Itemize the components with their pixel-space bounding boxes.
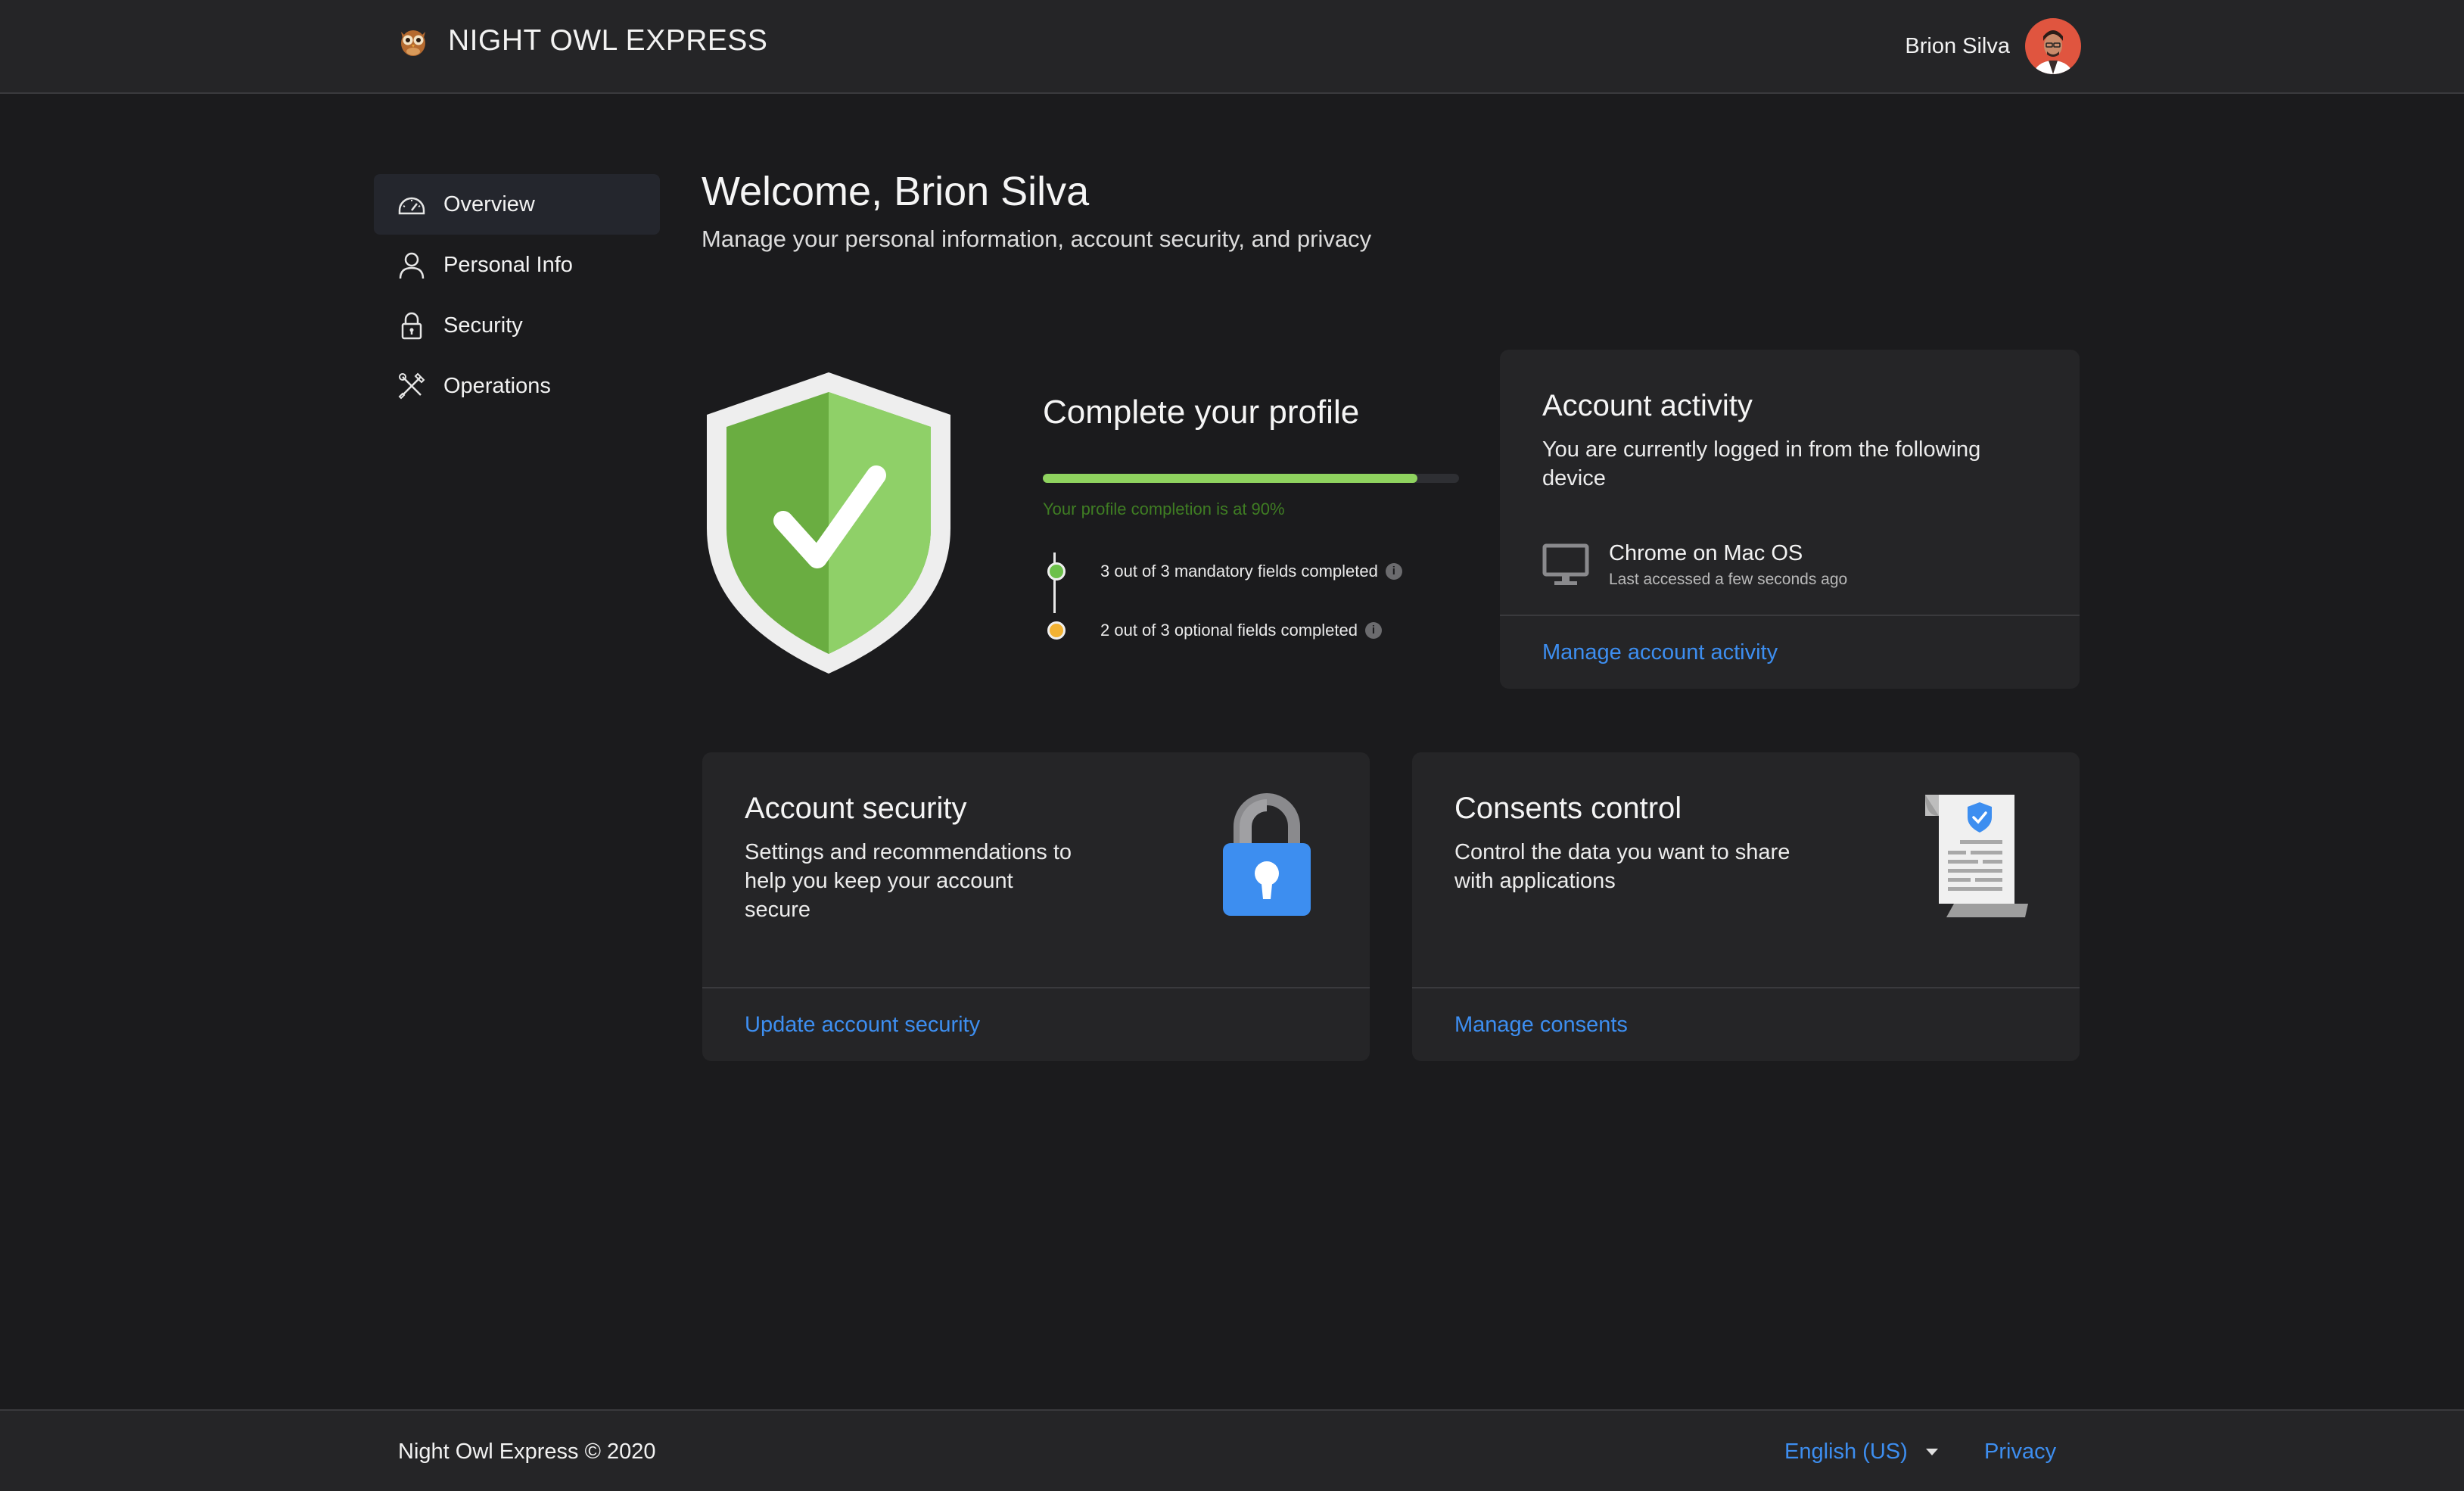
caret-down-icon <box>1925 1449 1938 1455</box>
status-dot-amber <box>1047 621 1066 640</box>
padlock-icon <box>1223 793 1311 916</box>
language-label: English (US) <box>1784 1440 1908 1464</box>
checklist-text: 3 out of 3 mandatory fields completed <box>1100 562 1378 581</box>
profile-progress-fill <box>1043 474 1417 483</box>
sidebar-item-label: Personal Info <box>443 252 573 277</box>
language-selector[interactable]: English (US) <box>1784 1440 1938 1465</box>
device-last-accessed: Last accessed a few seconds ago <box>1609 571 1848 588</box>
user-menu[interactable]: Brion Silva <box>1905 18 2081 74</box>
privacy-link[interactable]: Privacy <box>1984 1440 2056 1465</box>
profile-progress-bar <box>1043 474 1459 483</box>
sidebar-item-label: Security <box>443 313 523 338</box>
manage-consents-link[interactable]: Manage consents <box>1454 1013 1628 1038</box>
page-title: Welcome, Brion Silva <box>702 169 1090 214</box>
sidebar-item-label: Overview <box>443 191 535 216</box>
profile-progress-text: Your profile completion is at 90% <box>1043 500 1285 518</box>
profile-checklist: 3 out of 3 mandatory fields completed i … <box>1043 542 1459 660</box>
brand[interactable]: NIGHT OWL EXPRESS <box>395 23 767 59</box>
sidebar-item-overview[interactable]: Overview <box>374 174 660 235</box>
sidebar-item-operations[interactable]: Operations <box>374 356 660 416</box>
info-icon[interactable]: i <box>1365 622 1383 639</box>
account-activity-description: You are currently logged in from the fol… <box>1542 437 1981 490</box>
checklist-text: 2 out of 3 optional fields completed <box>1100 621 1358 640</box>
sidebar-nav: Overview Personal Info Security Operatio… <box>374 174 660 416</box>
welcome-section: Welcome, Brion Silva Manage your persona… <box>702 168 1371 253</box>
owl-logo-icon <box>401 30 425 56</box>
user-name: Brion Silva <box>1905 33 2010 58</box>
profile-completion: Complete your profile Your profile compl… <box>1043 394 1459 660</box>
document-shield-icon <box>1925 795 2028 917</box>
consents-control-title: Consents control <box>1454 792 1682 825</box>
sidebar-item-security[interactable]: Security <box>374 295 660 356</box>
consents-control-footer: Manage consents <box>1412 987 2080 1061</box>
tools-icon <box>395 369 428 403</box>
checklist-item-optional: 2 out of 3 optional fields completed i <box>1047 601 1459 660</box>
avatar[interactable] <box>2025 18 2081 74</box>
account-security-footer: Update account security <box>702 987 1370 1061</box>
checklist-connector <box>1053 553 1056 613</box>
copyright-text: Night Owl Express © 2020 <box>398 1440 656 1464</box>
top-header: NIGHT OWL EXPRESS Brion Silva <box>0 0 2464 94</box>
update-account-security-link[interactable]: Update account security <box>745 1013 980 1038</box>
lock-icon <box>395 309 428 342</box>
sidebar-item-personal-info[interactable]: Personal Info <box>374 235 660 295</box>
page-subtitle: Manage your personal information, accoun… <box>702 226 1372 252</box>
manage-account-activity-link[interactable]: Manage account activity <box>1542 640 1778 665</box>
monitor-icon <box>1542 543 1589 585</box>
account-activity-title: Account activity <box>1542 389 1753 422</box>
device-entry: Chrome on Mac OS Last accessed a few sec… <box>1542 541 2037 589</box>
consents-control-card: Consents control Control the data you wa… <box>1412 752 2080 1061</box>
user-icon <box>395 248 428 282</box>
account-security-description: Settings and recommendations to help you… <box>745 840 1072 922</box>
sidebar-item-label: Operations <box>443 373 551 398</box>
checklist-item-mandatory: 3 out of 3 mandatory fields completed i <box>1047 542 1459 601</box>
brand-title: NIGHT OWL EXPRESS <box>448 24 768 57</box>
page-footer: Night Owl Express © 2020 English (US) Pr… <box>0 1409 2464 1491</box>
consents-control-description: Control the data you want to share with … <box>1454 840 1790 893</box>
info-icon[interactable]: i <box>1385 563 1402 580</box>
account-activity-footer: Manage account activity <box>1500 615 2080 689</box>
account-security-title: Account security <box>745 792 967 825</box>
avatar-image <box>2025 18 2081 74</box>
shield-check-icon <box>707 372 950 674</box>
status-dot-green <box>1047 562 1066 581</box>
device-name: Chrome on Mac OS <box>1609 541 1803 565</box>
account-activity-card: Account activity You are currently logge… <box>1500 350 2080 689</box>
account-security-card: Account security Settings and recommenda… <box>702 752 1370 1061</box>
speedometer-icon <box>395 188 428 221</box>
profile-title: Complete your profile <box>1043 394 1360 431</box>
